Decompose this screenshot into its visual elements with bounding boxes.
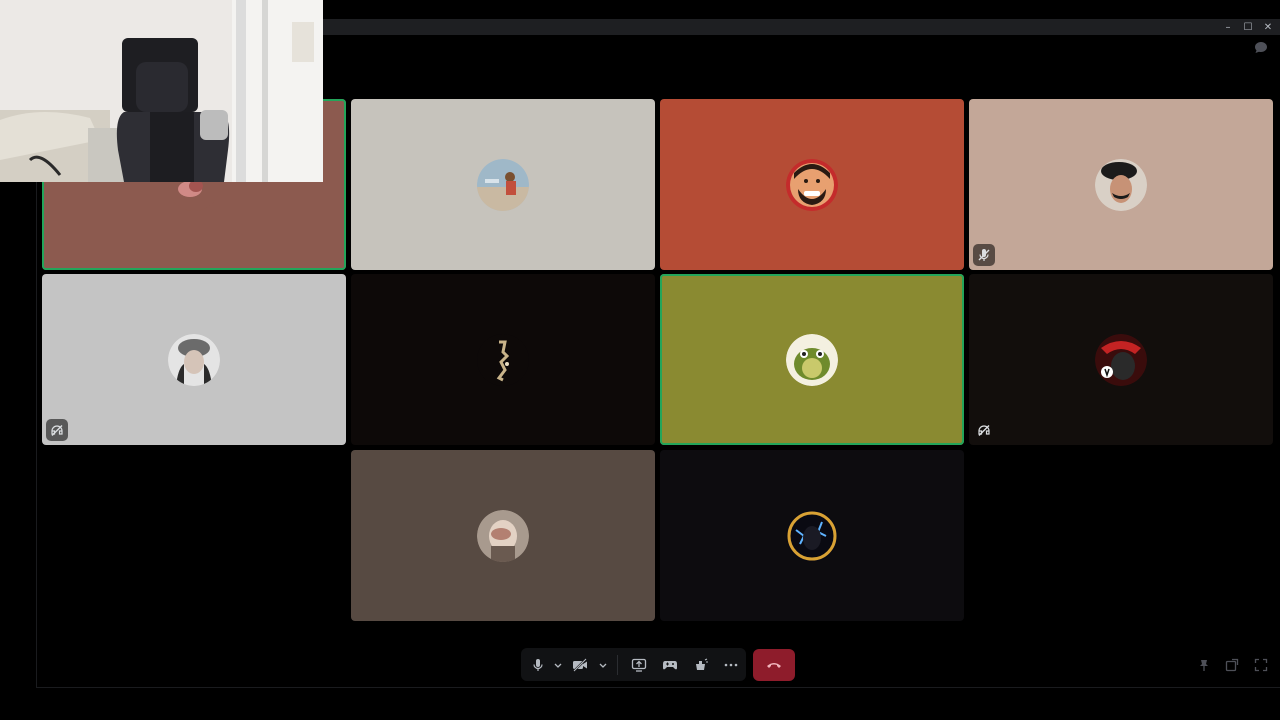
participant-tile[interactable] (42, 274, 346, 445)
soundboard-icon (696, 658, 709, 670)
deafened-icon (973, 419, 995, 441)
activity-icon (663, 660, 678, 669)
activity-button[interactable] (655, 648, 686, 681)
participant-tile[interactable] (351, 274, 655, 445)
chevron-down-icon (554, 663, 562, 668)
participant-avatar (786, 509, 838, 562)
camera-off-icon (573, 657, 588, 672)
call-control-bar (521, 648, 746, 681)
participant-tile[interactable] (660, 274, 964, 445)
close-button[interactable]: ✕ (1260, 19, 1276, 35)
microphone-icon (532, 658, 543, 671)
participant-tile[interactable] (351, 99, 655, 270)
hang-up-icon (767, 663, 781, 668)
popout-button[interactable] (1223, 656, 1241, 674)
camera-options-button[interactable] (595, 648, 611, 681)
pin-button[interactable] (1195, 656, 1213, 674)
participant-avatar (786, 158, 838, 211)
more-icon (725, 663, 738, 666)
participant-avatar (1095, 333, 1147, 386)
camera-button[interactable] (566, 648, 595, 681)
participant-avatar (786, 333, 838, 386)
participant-tile[interactable] (660, 99, 964, 270)
pin-icon (1200, 660, 1208, 671)
participant-avatar (168, 333, 220, 386)
mic-muted-icon (973, 244, 995, 266)
popout-icon (1225, 658, 1239, 672)
participant-avatar (477, 509, 529, 562)
participant-tile[interactable] (969, 99, 1273, 270)
participant-tile[interactable] (969, 274, 1273, 445)
minimize-button[interactable]: – (1220, 19, 1236, 35)
chevron-down-icon (599, 663, 607, 668)
divider (616, 654, 618, 675)
participant-avatar (477, 333, 529, 386)
self-camera-preview[interactable] (0, 0, 323, 182)
chat-icon[interactable] (1253, 40, 1269, 56)
microphone-button[interactable] (525, 648, 550, 681)
mic-options-button[interactable] (550, 648, 566, 681)
more-button[interactable] (717, 648, 746, 681)
participant-tile[interactable] (660, 450, 964, 621)
participant-tile[interactable] (351, 450, 655, 621)
hang-up-button[interactable] (753, 649, 795, 681)
deafened-icon (46, 419, 68, 441)
participant-avatar (477, 158, 529, 211)
screen-share-icon (632, 658, 647, 672)
screen-share-button[interactable] (624, 648, 655, 681)
fullscreen-icon (1254, 658, 1268, 672)
participant-avatar (1095, 158, 1147, 211)
fullscreen-button[interactable] (1252, 656, 1270, 674)
maximize-button[interactable]: ☐ (1240, 19, 1256, 35)
soundboard-button[interactable] (686, 648, 717, 681)
window-controls: – ☐ ✕ (1220, 19, 1276, 35)
